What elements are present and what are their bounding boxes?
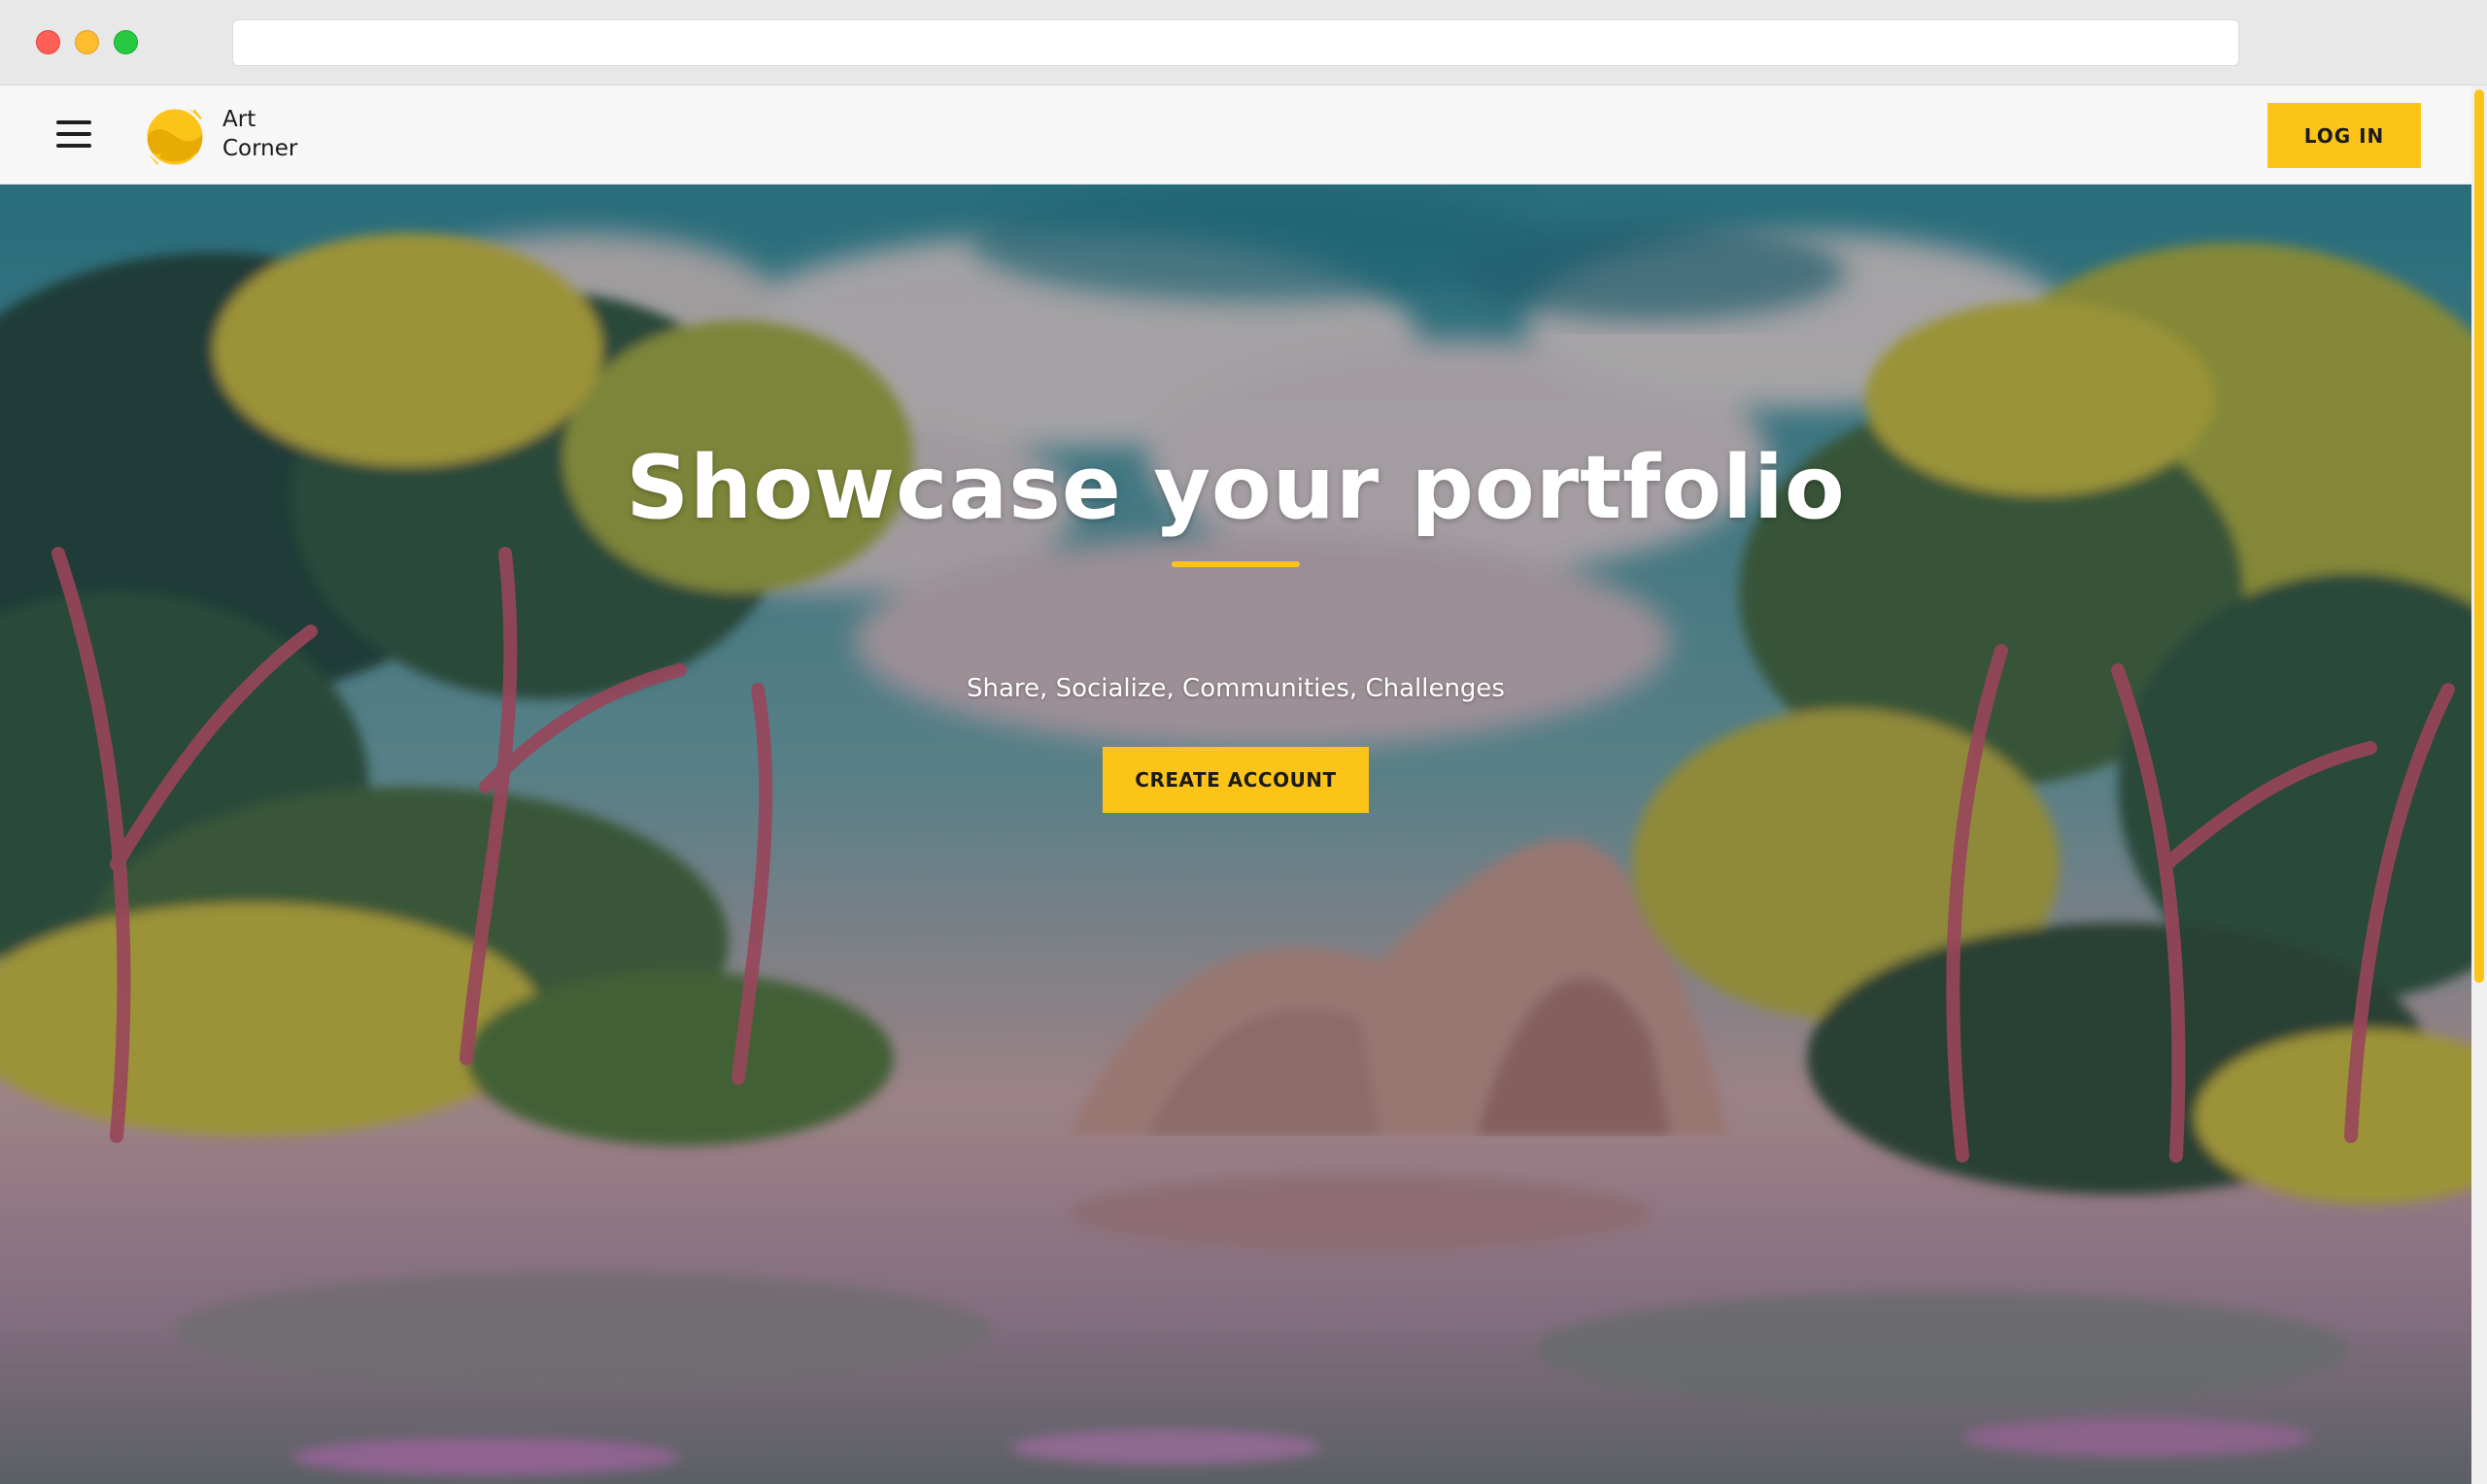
maximize-window-button[interactable] [114, 30, 138, 54]
close-window-button[interactable] [36, 30, 60, 54]
create-account-button[interactable]: CREATE ACCOUNT [1103, 747, 1369, 813]
brand-line-2: Corner [222, 136, 298, 161]
page-viewport: Art Corner LOG IN Showcase your portfoli… [0, 85, 2487, 1484]
hero-subtitle: Share, Socialize, Communities, Challenge… [967, 674, 1505, 703]
art-corner-logo[interactable] [138, 103, 214, 171]
brand-name[interactable]: Art Corner [222, 105, 297, 163]
site-header: Art Corner LOG IN [0, 85, 2471, 185]
scrollbar-thumb[interactable] [2474, 89, 2484, 983]
minimize-window-button[interactable] [75, 30, 99, 54]
page-scrollbar[interactable] [2471, 85, 2487, 1484]
title-underline [1172, 561, 1300, 567]
hero-section: Showcase your portfolio Share, Socialize… [0, 185, 2471, 1484]
hero-overlay [0, 185, 2471, 1484]
login-button[interactable]: LOG IN [2267, 103, 2421, 168]
brand-line-1: Art [222, 107, 256, 132]
hamburger-menu-icon[interactable] [56, 120, 91, 148]
address-bar[interactable] [232, 19, 2239, 66]
hero-title: Showcase your portfolio [626, 437, 1846, 539]
browser-chrome [0, 0, 2487, 85]
